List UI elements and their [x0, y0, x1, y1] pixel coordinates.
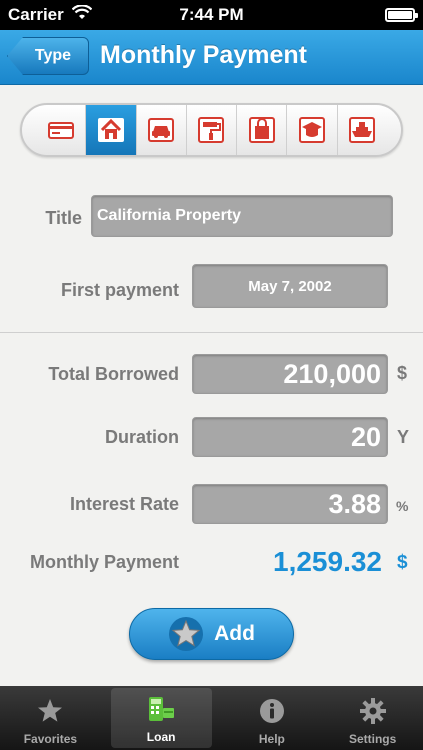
shopping-bag-icon [248, 117, 275, 143]
type-segment-house[interactable] [86, 105, 137, 155]
loan-type-selector [20, 103, 403, 157]
monthly-payment-value: 1,259.32 [273, 546, 382, 577]
tab-help-label: Help [258, 732, 285, 746]
monthly-payment-unit: $ [397, 552, 408, 573]
type-segment-graduation[interactable] [287, 105, 338, 155]
first-payment-label: First payment [60, 280, 179, 300]
tab-loan[interactable]: Loan [110, 688, 212, 748]
total-borrowed-label: Total Borrowed [48, 364, 179, 384]
tab-settings[interactable]: Settings [322, 686, 423, 750]
add-button[interactable]: Add [129, 608, 294, 660]
tab-favorites-label: Favorites [23, 732, 78, 746]
title-field-value: California Property [97, 207, 242, 224]
star-icon [38, 699, 63, 722]
add-button-label: Add [214, 622, 255, 645]
tab-loan-label: Loan [146, 730, 176, 744]
total-borrowed-value: 210,000 [283, 359, 381, 389]
monthly-payment-label: Monthly Payment [29, 552, 179, 572]
house-icon [97, 118, 124, 142]
duration-unit: Y [397, 427, 410, 447]
car-icon [148, 118, 175, 142]
interest-rate-unit: % [396, 498, 409, 514]
graduation-cap-icon [299, 117, 326, 143]
paint-roller-icon [198, 117, 225, 143]
tab-favorites[interactable]: Favorites [0, 686, 101, 750]
first-payment-date-picker[interactable]: May 7, 2002 [192, 264, 388, 308]
tab-settings-label: Settings [348, 732, 397, 746]
type-segment-paint-roller[interactable] [187, 105, 238, 155]
status-bar: Carrier 7:44 PM [0, 0, 423, 30]
carrier-label: Carrier [8, 5, 64, 24]
section-divider [0, 332, 423, 333]
tab-help[interactable]: Help [222, 686, 323, 750]
page-title: Monthly Payment [100, 41, 307, 69]
back-button[interactable]: Type [7, 37, 89, 75]
first-payment-value: May 7, 2002 [248, 278, 332, 295]
type-segment-credit-card[interactable] [36, 105, 87, 155]
type-segment-shopping-bag[interactable] [237, 105, 288, 155]
title-field[interactable]: California Property [91, 195, 393, 237]
total-borrowed-unit: $ [397, 363, 408, 383]
interest-rate-label: Interest Rate [69, 494, 179, 514]
gear-icon [359, 698, 386, 724]
battery-icon [385, 8, 418, 22]
boat-icon [349, 117, 376, 143]
interest-rate-value: 3.88 [328, 489, 381, 519]
total-borrowed-field[interactable]: 210,000 [192, 354, 388, 394]
tab-bar: Favorites Loan Help Settings [0, 686, 423, 750]
type-segment-car[interactable] [137, 105, 187, 155]
info-icon [259, 699, 284, 723]
duration-field[interactable]: 20 [192, 417, 388, 457]
duration-value: 20 [350, 422, 381, 452]
star-icon [169, 617, 204, 651]
type-segment-boat[interactable] [338, 105, 387, 155]
wifi-icon [71, 3, 93, 26]
credit-card-icon [47, 122, 74, 139]
navigation-bar: Type Monthly Payment [0, 30, 423, 85]
duration-label: Duration [105, 427, 179, 447]
title-label: Title [45, 208, 82, 228]
interest-rate-field[interactable]: 3.88 [192, 484, 388, 524]
calculator-money-icon [149, 697, 175, 721]
